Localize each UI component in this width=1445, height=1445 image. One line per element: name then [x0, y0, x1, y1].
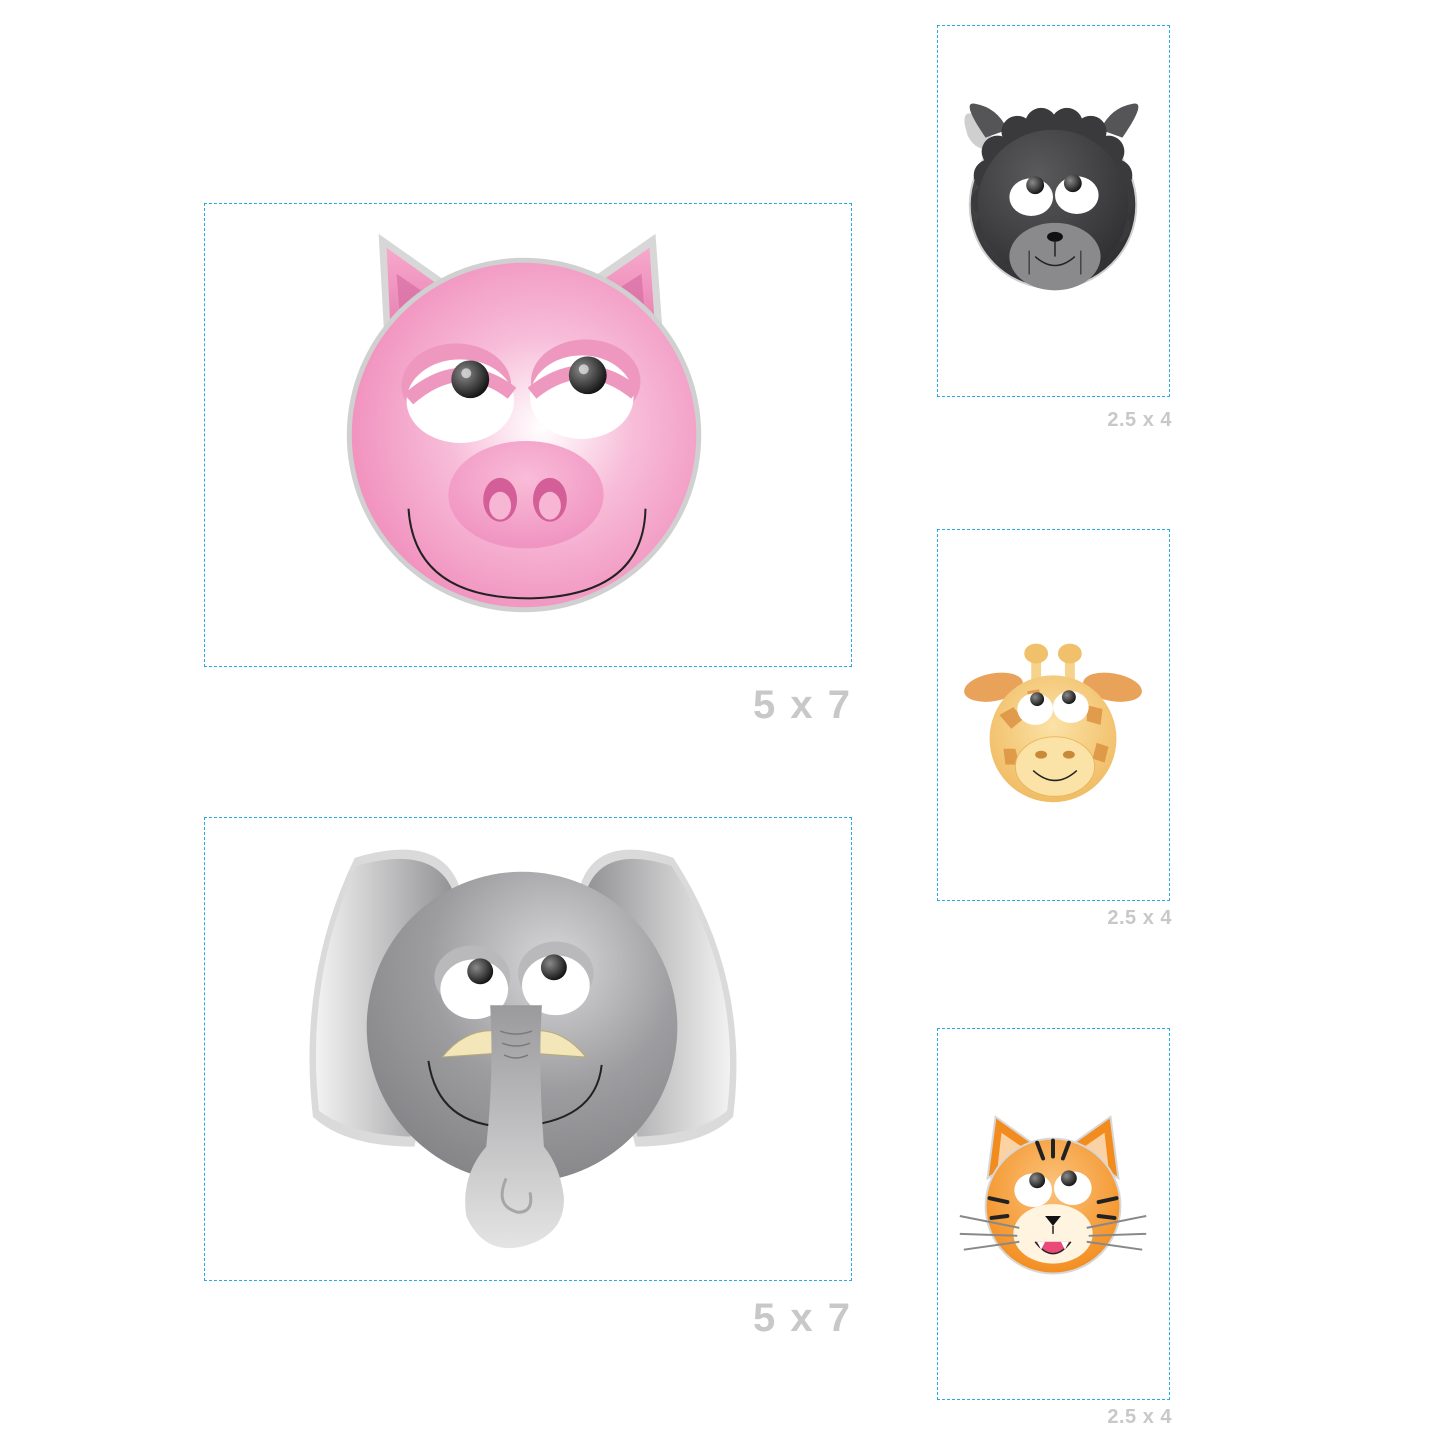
- elephant-size-label: 5 x 7: [753, 1296, 852, 1340]
- giraffe-card-frame: [937, 529, 1170, 901]
- pig-face-image: [346, 233, 702, 613]
- elephant-face-image: [309, 849, 737, 1249]
- pig-card-frame: [204, 203, 852, 667]
- sheep-size-label: 2.5 x 4: [1107, 409, 1172, 431]
- tiger-size-label: 2.5 x 4: [1107, 1406, 1172, 1428]
- pig-size-label: 5 x 7: [753, 683, 852, 727]
- sheep-card-frame: [937, 25, 1170, 397]
- tiger-face-image: [959, 1115, 1147, 1275]
- giraffe-size-label: 2.5 x 4: [1107, 907, 1172, 929]
- elephant-card-frame: [204, 817, 852, 1281]
- giraffe-face-image: [964, 643, 1142, 803]
- tiger-card-frame: [937, 1028, 1170, 1400]
- sheep-face-image: [964, 103, 1139, 291]
